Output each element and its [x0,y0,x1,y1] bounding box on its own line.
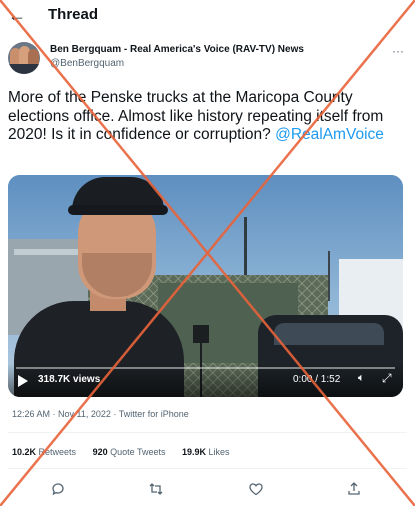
like-icon[interactable] [245,478,267,500]
tweet-date[interactable]: Nov 11, 2022 [58,409,111,419]
tweet-source[interactable]: Twitter for iPhone [119,409,189,419]
tweet-text: More of the Penske trucks at the Maricop… [8,89,403,145]
video-time: 0:00 / 1:52 [293,374,341,385]
author-name[interactable]: Ben Bergquam - Real America's Voice (RAV… [50,44,304,56]
play-icon[interactable] [18,375,28,387]
thread-header: ← Thread [0,0,415,30]
video-player[interactable]: 318.7K views 0:00 / 1:52 🔈︎ ⤢ [8,175,403,397]
likes-stat[interactable]: 19.9K Likes [182,447,230,457]
fullscreen-icon[interactable]: ⤢ [382,371,392,386]
reply-icon[interactable] [47,478,69,500]
more-options-icon[interactable]: ··· [392,44,404,58]
tweet-meta: 12:26 AM · Nov 11, 2022 · Twitter for iP… [12,409,189,419]
video-progress-bar[interactable] [16,367,395,369]
tweet-actions [0,478,415,502]
share-icon[interactable] [343,478,365,500]
page-title: Thread [48,6,99,23]
mention-link[interactable]: @RealAmVoice [275,126,384,143]
author-handle[interactable]: @BenBergquam [50,58,124,70]
tweet-time[interactable]: 12:26 AM [12,409,50,419]
quote-tweets-stat[interactable]: 920 Quote Tweets [93,447,166,457]
tweet-stats: 10.2K Retweets 920 Quote Tweets 19.9K Li… [12,447,244,457]
retweet-icon[interactable] [145,478,167,500]
retweets-stat[interactable]: 10.2K Retweets [12,447,76,457]
arrow-left-icon[interactable]: ← [8,5,26,25]
divider [8,468,407,469]
divider [8,432,407,433]
tweet-author: Ben Bergquam - Real America's Voice (RAV… [8,40,408,80]
avatar[interactable] [8,42,40,74]
view-count: 318.7K views [38,374,101,385]
volume-icon[interactable]: 🔈︎ [358,372,365,385]
video-controls: 318.7K views 0:00 / 1:52 🔈︎ ⤢ [8,363,403,397]
